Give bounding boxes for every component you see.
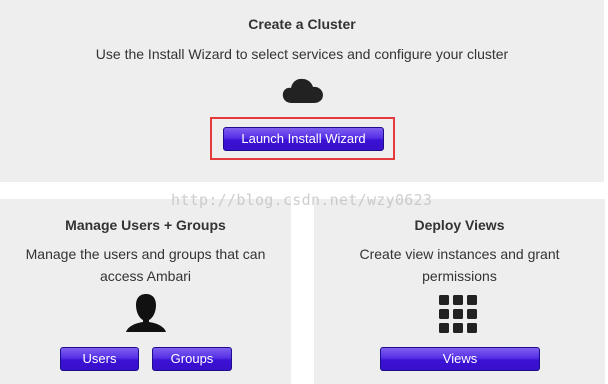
groups-button[interactable]: Groups [152,347,232,371]
create-cluster-panel: Create a Cluster Use the Install Wizard … [0,0,604,182]
user-icon [126,294,166,332]
deploy-views-description: Create view instances and grant permissi… [359,246,560,284]
deploy-views-title: Deploy Views [414,217,505,233]
cloud-icon [282,78,323,103]
launch-install-wizard-button[interactable]: Launch Install Wizard [223,127,384,151]
users-button[interactable]: Users [60,347,139,371]
blog-watermark: http://blog.csdn.net/wzy0623 [171,191,433,209]
ambari-welcome-page: Create a Cluster Use the Install Wizard … [0,0,608,384]
grid-icon [439,295,477,333]
views-button[interactable]: Views [380,347,540,371]
manage-users-description: Manage the users and groups that can acc… [25,246,266,284]
create-cluster-description: Use the Install Wizard to select service… [95,46,509,62]
create-cluster-title: Create a Cluster [248,16,356,32]
deploy-views-panel: Deploy Views Create view instances and g… [314,199,605,384]
manage-users-title: Manage Users + Groups [65,217,226,233]
manage-users-panel: Manage Users + Groups Manage the users a… [0,199,291,384]
